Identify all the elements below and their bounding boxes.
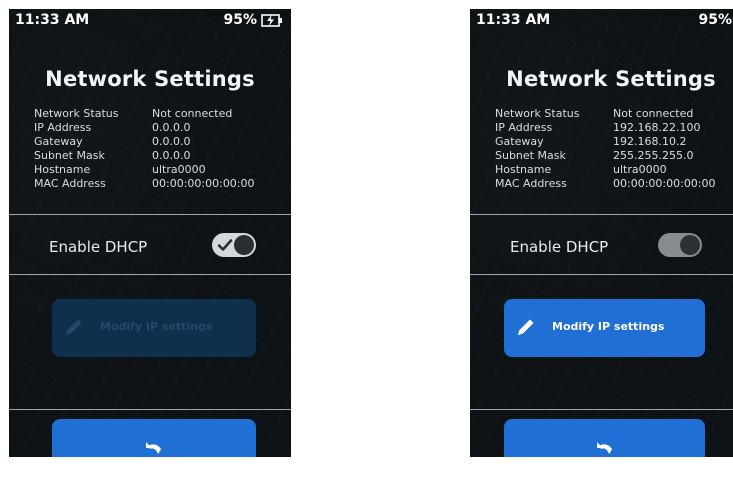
checkmark-icon [217, 239, 233, 251]
info-row-hostname: Hostname ultra0000 [495, 163, 716, 177]
toggle-knob [680, 235, 700, 255]
network-info-list: Network Status Not connected IP Address … [495, 107, 716, 191]
info-value: 255.255.255.0 [613, 149, 694, 162]
pencil-icon [518, 319, 534, 335]
info-value: ultra0000 [152, 163, 206, 176]
info-label: Network Status [34, 107, 119, 120]
info-value: 192.168.10.2 [613, 135, 687, 148]
info-label: Hostname [495, 163, 552, 176]
undo-icon [596, 442, 612, 454]
divider [470, 409, 733, 410]
info-row-ip-address: IP Address 192.168.22.100 [495, 121, 716, 135]
battery-percent: 95% [223, 12, 257, 28]
info-label: MAC Address [495, 177, 567, 190]
status-time: 11:33 AM [15, 12, 90, 28]
info-label: Hostname [34, 163, 91, 176]
dhcp-label: Enable DHCP [49, 238, 148, 256]
divider [9, 214, 291, 215]
toggle-knob [234, 235, 254, 255]
info-label: MAC Address [34, 177, 106, 190]
battery-charging-icon [261, 13, 282, 27]
dhcp-label: Enable DHCP [510, 238, 609, 256]
info-label: Network Status [495, 107, 580, 120]
info-label: IP Address [495, 121, 553, 134]
info-value: 192.168.22.100 [613, 121, 701, 134]
info-label: Subnet Mask [34, 149, 105, 162]
info-row-gateway: Gateway 0.0.0.0 [34, 135, 255, 149]
info-value: 00:00:00:00:00:00 [613, 177, 716, 190]
back-button[interactable] [52, 419, 256, 457]
info-label: Gateway [495, 135, 544, 148]
modify-ip-settings-button[interactable]: Modify IP settings [504, 299, 705, 357]
battery-indicator: 95% [698, 12, 733, 28]
dhcp-toggle[interactable] [212, 233, 256, 257]
info-row-mac-address: MAC Address 00:00:00:00:00:00 [495, 177, 716, 191]
network-settings-screen-dhcp-off: 11:33 AM 95% Network Settings Network St… [470, 9, 733, 457]
info-row-subnet-mask: Subnet Mask 255.255.255.0 [495, 149, 716, 163]
info-row-hostname: Hostname ultra0000 [34, 163, 255, 177]
info-label: Subnet Mask [495, 149, 566, 162]
modify-ip-settings-label: Modify IP settings [552, 320, 665, 333]
info-value: 0.0.0.0 [152, 149, 191, 162]
divider [9, 409, 291, 410]
info-value: ultra0000 [613, 163, 667, 176]
info-value: 00:00:00:00:00:00 [152, 177, 255, 190]
network-settings-screen-dhcp-on: 11:33 AM 95% Network Settings Network St… [9, 9, 291, 457]
battery-percent: 95% [698, 12, 732, 28]
battery-indicator: 95% [223, 12, 283, 28]
divider [9, 274, 291, 275]
pencil-icon [66, 319, 82, 335]
undo-icon [146, 442, 161, 454]
info-value: 0.0.0.0 [152, 135, 191, 148]
info-label: Gateway [34, 135, 83, 148]
info-value: Not connected [152, 107, 233, 120]
info-row-network-status: Network Status Not connected [495, 107, 716, 121]
page-title: Network Settings [506, 67, 716, 91]
info-row-subnet-mask: Subnet Mask 0.0.0.0 [34, 149, 255, 163]
status-time: 11:33 AM [476, 12, 551, 28]
info-row-mac-address: MAC Address 00:00:00:00:00:00 [34, 177, 255, 191]
network-info-list: Network Status Not connected IP Address … [34, 107, 255, 191]
status-bar: 11:33 AM 95% [9, 9, 291, 33]
info-value: Not connected [613, 107, 694, 120]
info-value: 0.0.0.0 [152, 121, 191, 134]
modify-ip-settings-button[interactable]: Modify IP settings [52, 299, 256, 357]
info-row-gateway: Gateway 192.168.10.2 [495, 135, 716, 149]
back-button[interactable] [504, 419, 705, 457]
divider [470, 274, 733, 275]
page-title: Network Settings [45, 67, 255, 91]
info-row-network-status: Network Status Not connected [34, 107, 255, 121]
dhcp-toggle[interactable] [658, 233, 702, 257]
modify-ip-settings-label: Modify IP settings [100, 320, 213, 333]
info-row-ip-address: IP Address 0.0.0.0 [34, 121, 255, 135]
status-bar: 11:33 AM 95% [470, 9, 733, 33]
divider [470, 214, 733, 215]
info-label: IP Address [34, 121, 92, 134]
